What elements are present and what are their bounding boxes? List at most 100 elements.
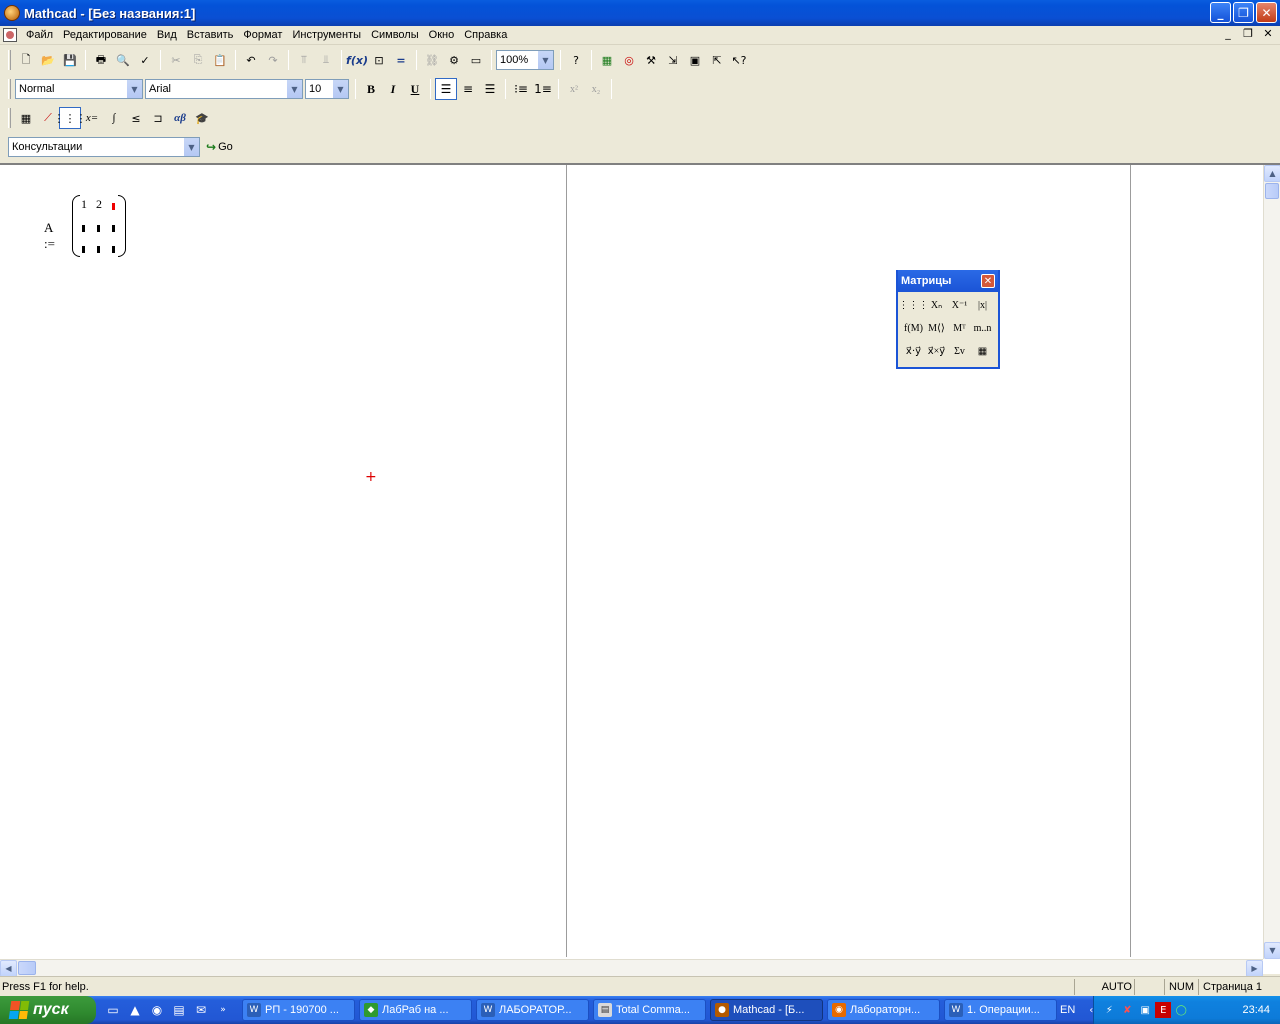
go-button[interactable]: ↪ Go [206, 140, 233, 154]
align-left-icon[interactable]: ☰ [435, 78, 457, 100]
taskbar-item[interactable]: W РП - 190700 ... [242, 999, 355, 1021]
determinant-button[interactable]: |x| [971, 294, 994, 317]
menu-symbolics[interactable]: Символы [366, 27, 424, 44]
undo-icon[interactable]: ↶ [240, 49, 262, 71]
excel-component-icon[interactable]: ▦ [596, 49, 618, 71]
superscript-button[interactable]: x² [563, 78, 585, 100]
maximize-button[interactable]: ❐ [1233, 2, 1254, 23]
spell-check-icon[interactable]: ✓ [134, 49, 156, 71]
matrix-column-button[interactable]: M⟨⟩ [925, 317, 948, 340]
italic-button[interactable]: I [382, 78, 404, 100]
worksheet-area[interactable]: A := 1 2 + ▲ ▼ ◀ ▶ [0, 163, 1280, 977]
insert-matrix-button[interactable]: ⋮⋮⋮ [899, 294, 929, 317]
matrix-placeholder[interactable] [97, 246, 100, 253]
matrix-placeholder[interactable] [82, 225, 85, 232]
close-button[interactable]: ✕ [1256, 2, 1277, 23]
print-preview-icon[interactable]: 🔍 [112, 49, 134, 71]
tray-expand-icon[interactable]: ‹ [1083, 1002, 1099, 1018]
insert-unit-icon[interactable]: ⊡ [368, 49, 390, 71]
language-indicator[interactable]: EN [1060, 1004, 1075, 1016]
numbered-list-icon[interactable]: 1≡ [532, 78, 554, 100]
help-icon[interactable]: ? [565, 49, 587, 71]
menu-file[interactable]: Файл [21, 27, 58, 44]
print-icon[interactable]: 🖶 [90, 49, 112, 71]
bullet-list-icon[interactable]: ⁝≡ [510, 78, 532, 100]
vertical-scrollbar[interactable]: ▲ ▼ [1263, 165, 1280, 959]
copy-icon[interactable]: ⎘ [187, 49, 209, 71]
doc-restore-button[interactable]: ❐ [1240, 27, 1256, 40]
taskbar-item[interactable]: W 1. Операции... [944, 999, 1057, 1021]
align-top-icon[interactable]: ⫪ [293, 49, 315, 71]
doc-minimize-button[interactable]: _ [1220, 27, 1236, 40]
matrix-palette-titlebar[interactable]: Матрицы ✕ [898, 270, 998, 292]
menu-format[interactable]: Формат [238, 27, 287, 44]
quick-launch-more-icon[interactable]: » [214, 1001, 232, 1019]
matrix-inverse-button[interactable]: X⁻¹ [948, 294, 971, 317]
redo-icon[interactable]: ↷ [262, 49, 284, 71]
underline-button[interactable]: U [404, 78, 426, 100]
matrix-placeholder[interactable] [82, 246, 85, 253]
new-document-icon[interactable]: 🗋 [15, 49, 37, 71]
taskbar-item[interactable]: ◉ Лабораторн... [827, 999, 940, 1021]
minimize-button[interactable]: _ [1210, 2, 1231, 23]
paste-icon[interactable]: 📋 [209, 49, 231, 71]
context-help-icon[interactable]: ↖? [728, 49, 750, 71]
start-button[interactable]: пуск [0, 996, 96, 1024]
style-select[interactable]: Normal ▼ [15, 79, 143, 99]
cut-icon[interactable]: ✂ [165, 49, 187, 71]
recycle-icon[interactable]: ▤ [170, 1001, 188, 1019]
whatsapp-icon[interactable]: ◯ [1173, 1002, 1189, 1018]
subscript-button[interactable]: x₂ [585, 78, 607, 100]
chevron-down-icon[interactable]: ▼ [183, 138, 199, 156]
chevron-down-icon[interactable]: ▼ [537, 51, 553, 69]
matrix-cell[interactable]: 2 [92, 197, 106, 212]
messenger-icon[interactable]: ✉ [192, 1001, 210, 1019]
matrix-transpose-button[interactable]: Mᵀ [948, 317, 971, 340]
programming-palette-icon[interactable]: ⊐ [147, 107, 169, 129]
chevron-down-icon[interactable]: ▼ [286, 80, 302, 98]
export-icon[interactable]: ⇱ [706, 49, 728, 71]
boolean-palette-icon[interactable]: ≤ [125, 107, 147, 129]
show-desktop-icon[interactable]: ▭ [104, 1001, 122, 1019]
vertical-scroll-thumb[interactable] [1265, 183, 1279, 199]
chevron-down-icon[interactable]: ▼ [332, 80, 348, 98]
picture-button[interactable]: ▦ [971, 340, 994, 363]
align-down-icon[interactable]: ⫫ [315, 49, 337, 71]
menu-insert[interactable]: Вставить [182, 27, 239, 44]
vectorize-button[interactable]: f(M) [902, 317, 925, 340]
range-variable-button[interactable]: m..n [971, 317, 994, 340]
video-icon[interactable]: ▣ [684, 49, 706, 71]
calculate-icon[interactable]: = [390, 49, 412, 71]
horizontal-scroll-thumb[interactable] [18, 961, 36, 975]
matrix-palette-icon[interactable]: ⋮⋮⋮ [54, 107, 87, 129]
font-select[interactable]: Arial ▼ [145, 79, 303, 99]
symbolic-palette-icon[interactable]: 🎓 [191, 107, 213, 129]
insert-component-icon[interactable]: ⚙ [443, 49, 465, 71]
matrix-cell[interactable]: 1 [77, 197, 91, 212]
vector-sum-button[interactable]: Σv [948, 340, 971, 363]
matrix-placeholder[interactable] [97, 225, 100, 232]
matrix-placeholder[interactable] [112, 246, 115, 253]
insert-hyperlink-icon[interactable]: ⛓ [421, 49, 443, 71]
save-icon[interactable]: 💾 [59, 49, 81, 71]
insert-function-icon[interactable]: f(x) [346, 49, 368, 71]
taskbar-item[interactable]: ▤ Total Comma... [593, 999, 706, 1021]
horizontal-scrollbar[interactable]: ◀ ▶ [0, 959, 1263, 977]
input-method-icon[interactable]: E [1155, 1002, 1172, 1018]
matrix-placeholder-active[interactable] [112, 203, 115, 210]
greek-palette-icon[interactable]: αβ [169, 107, 191, 129]
scroll-down-button[interactable]: ▼ [1264, 942, 1280, 959]
monitor-icon[interactable]: ▣ [1137, 1002, 1153, 1018]
firefox-icon[interactable]: ◉ [148, 1001, 166, 1019]
scroll-right-button[interactable]: ▶ [1246, 960, 1263, 977]
menu-help[interactable]: Справка [459, 27, 512, 44]
mathcad-resources-icon[interactable]: ◎ [618, 49, 640, 71]
align-center-icon[interactable]: ≡ [457, 78, 479, 100]
data-import-icon[interactable]: ⇲ [662, 49, 684, 71]
doc-close-button[interactable]: ✕ [1260, 27, 1276, 40]
scroll-up-button[interactable]: ▲ [1264, 165, 1280, 182]
matrix-placeholder[interactable] [112, 225, 115, 232]
network-icon[interactable]: ⚡ [1101, 1002, 1117, 1018]
document-icon[interactable] [3, 28, 17, 42]
cross-product-button[interactable]: x⃗×y⃗ [925, 340, 948, 363]
